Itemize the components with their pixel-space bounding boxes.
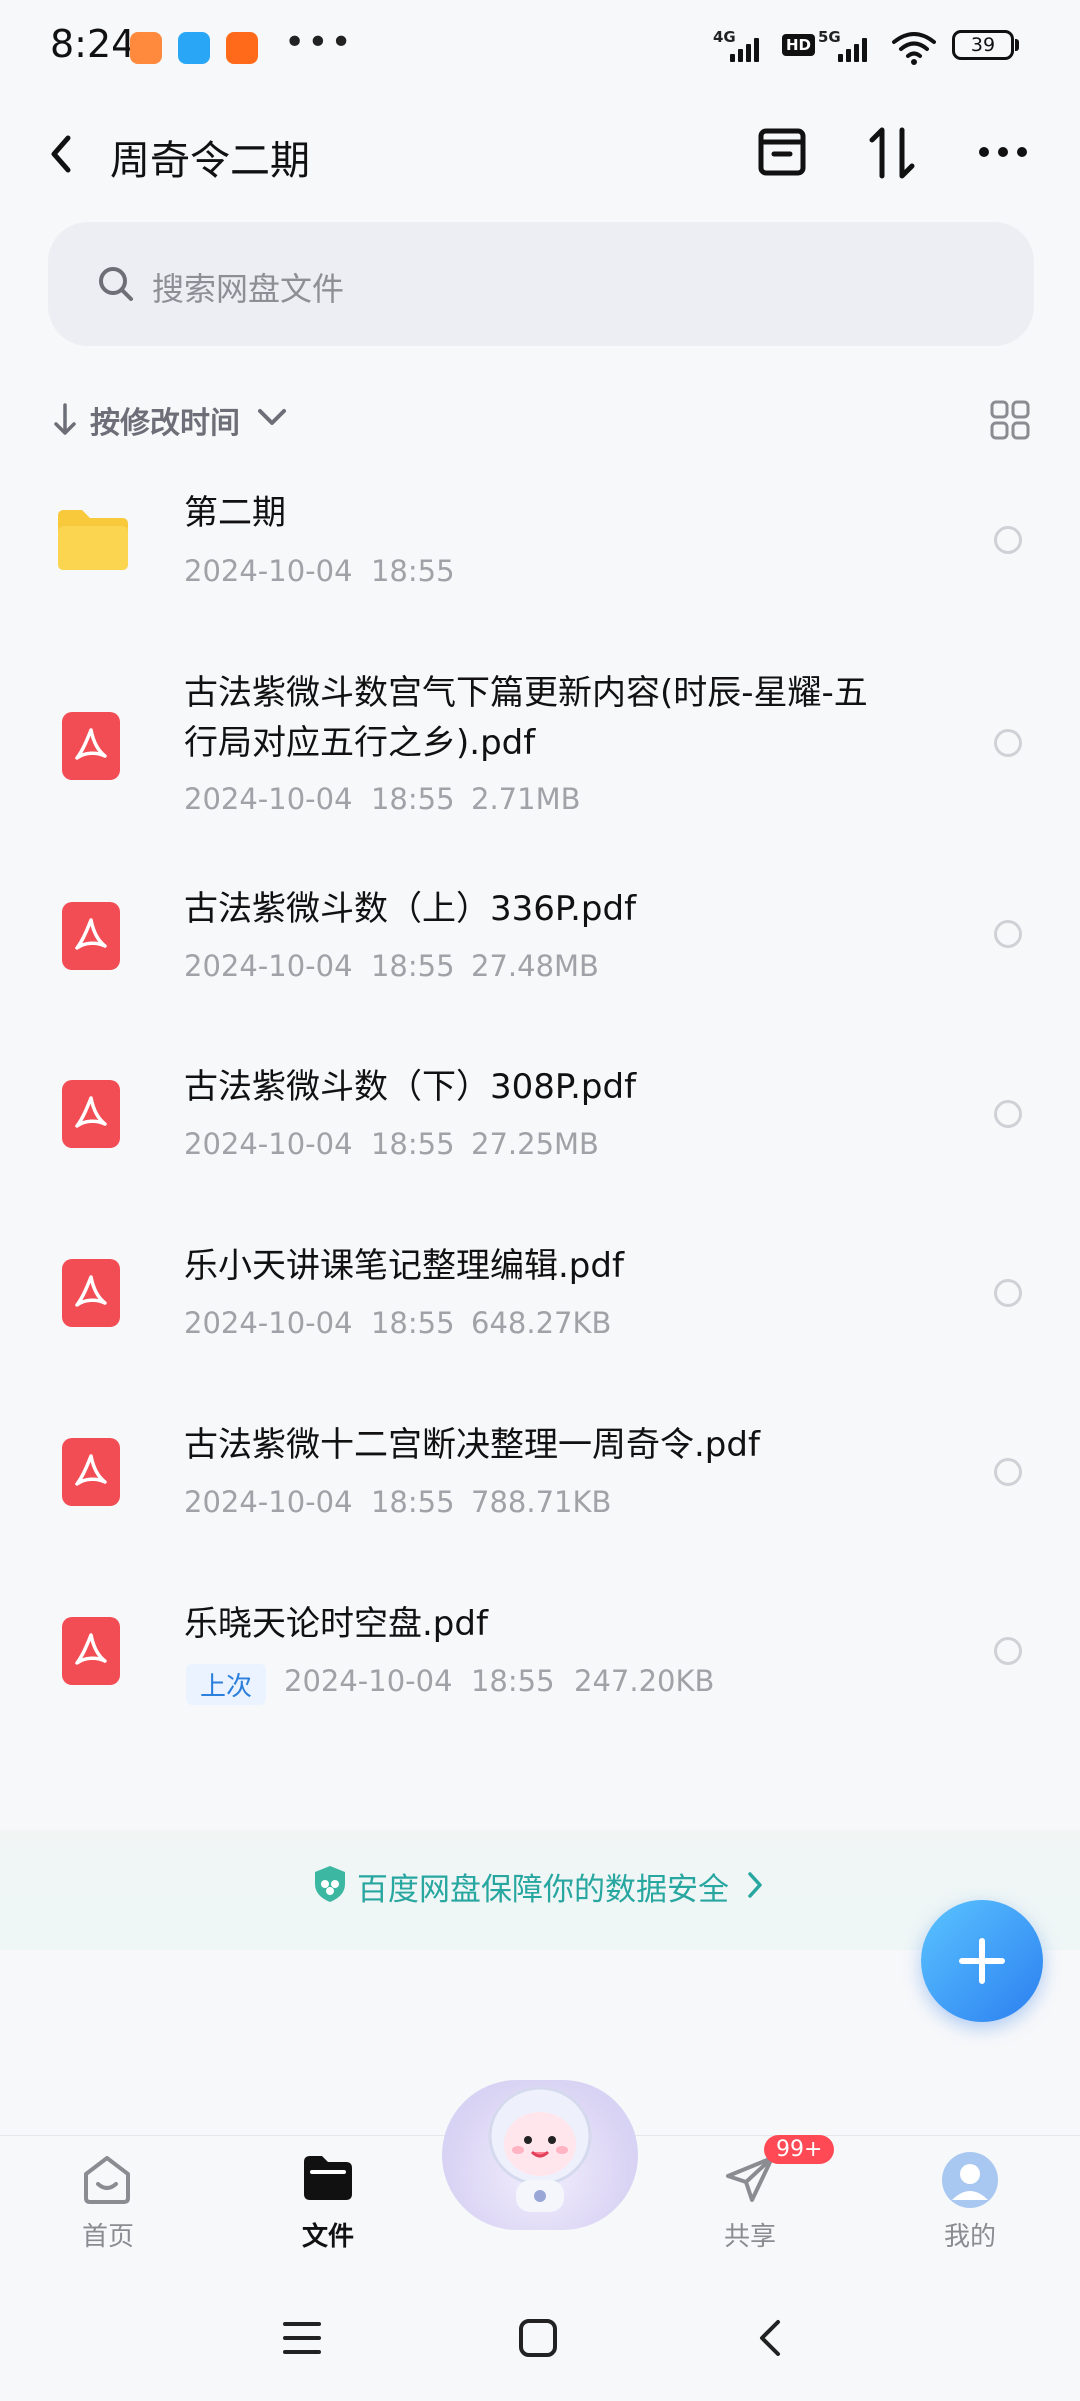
file-size: 788.71KB (471, 1485, 612, 1519)
nav-me-label: 我的 (943, 2222, 996, 2252)
file-size: 27.48MB (471, 949, 599, 983)
shield-icon (315, 1866, 345, 1902)
file-size: 27.25MB (471, 1127, 599, 1161)
file-name: 古法紫微斗数（上）336P.pdf (184, 889, 637, 929)
back-icon[interactable] (46, 132, 76, 176)
folder-filled-icon (304, 2156, 352, 2200)
plus-icon (959, 1938, 1005, 1984)
file-name: 古法紫微十二宫断决整理一周奇令.pdf (184, 1425, 760, 1465)
menu-icon[interactable] (282, 2320, 322, 2356)
security-banner-text[interactable]: 百度网盘保障你的数据安全 (357, 1864, 729, 1909)
arrow-down-icon[interactable] (52, 402, 78, 436)
nav-home-label: 首页 (81, 2222, 134, 2252)
file-date: 2024-10-04 18:55 (184, 1306, 455, 1340)
share-notification-badge: 99+ (764, 2135, 835, 2164)
select-radio[interactable] (994, 1637, 1022, 1665)
pdf-icon (62, 1617, 120, 1685)
chevron-down-icon[interactable] (256, 406, 288, 428)
system-back-icon[interactable] (756, 2318, 784, 2358)
home-icon (84, 2156, 130, 2204)
more-notifications-icon: ••• (284, 22, 354, 63)
file-size: 2.71MB (471, 782, 581, 816)
page-title: 周奇令二期 (110, 138, 310, 184)
file-name: 乐小天讲课笔记整理编辑.pdf (184, 1246, 624, 1286)
file-name-line-1: 古法紫微斗数宫气下篇更新内容(时辰-星耀-五 (184, 673, 868, 713)
file-name: 乐晓天论时空盘.pdf (184, 1604, 488, 1644)
grid-view-icon[interactable] (990, 400, 1030, 440)
signal-bars-icon (730, 38, 759, 62)
sort-toggle-icon[interactable] (866, 124, 918, 182)
pdf-icon (62, 712, 120, 780)
file-name: 古法紫微斗数（下）308P.pdf (184, 1067, 637, 1107)
nav-home[interactable]: 首页 (48, 2140, 168, 2260)
pdf-icon (62, 1438, 120, 1506)
select-radio[interactable] (994, 526, 1022, 554)
select-radio[interactable] (994, 920, 1022, 948)
select-radio[interactable] (994, 729, 1022, 757)
signal-bars-icon (838, 38, 867, 62)
home-square-icon[interactable] (518, 2318, 558, 2358)
file-date: 2024-10-04 18:55 (184, 1127, 455, 1161)
select-radio[interactable] (994, 1279, 1022, 1307)
file-date: 2024-10-04 18:55 (184, 554, 455, 588)
file-name-line-2: 行局对应五行之乡).pdf (184, 723, 536, 763)
file-date: 2024-10-04 18:55 (184, 1485, 455, 1519)
pdf-icon (62, 1259, 120, 1327)
search-icon (99, 267, 133, 301)
chevron-right-icon[interactable] (746, 1870, 764, 1900)
select-radio[interactable] (994, 1100, 1022, 1128)
battery-indicator: 39 (952, 30, 1014, 60)
pdf-icon (62, 1080, 120, 1148)
mascot-assistant-button[interactable] (442, 2080, 638, 2230)
select-radio[interactable] (994, 1458, 1022, 1486)
status-time: 8:24 (50, 22, 136, 66)
file-size: 648.27KB (471, 1306, 612, 1340)
taobao-app-icon (130, 32, 162, 64)
archive-icon[interactable] (756, 126, 808, 178)
nav-files[interactable]: 文件 (268, 2140, 388, 2260)
messenger-app-icon (178, 32, 210, 64)
last-opened-badge: 上次 (186, 1664, 267, 1705)
file-date: 2024-10-04 18:55 (184, 782, 455, 816)
add-button[interactable] (921, 1900, 1043, 2022)
wifi-icon (892, 32, 936, 65)
mi-app-icon (226, 32, 258, 64)
file-name: 第二期 (184, 493, 286, 533)
sort-label[interactable]: 按修改时间 (90, 398, 240, 442)
avatar-icon (942, 2152, 998, 2208)
mascot-icon (488, 2086, 592, 2212)
folder-icon (58, 510, 128, 570)
nav-files-label: 文件 (301, 2222, 354, 2252)
nav-share-label: 共享 (723, 2222, 776, 2252)
file-date: 2024-10-04 18:55 (184, 949, 455, 983)
battery-tip (1015, 39, 1019, 51)
file-date: 2024-10-04 18:55 (284, 1664, 555, 1698)
nav-me[interactable]: 我的 (910, 2140, 1030, 2260)
more-options-icon[interactable] (976, 144, 1030, 160)
pdf-icon (62, 902, 120, 970)
search-placeholder: 搜索网盘文件 (152, 270, 345, 308)
file-size: 247.20KB (574, 1664, 715, 1698)
hd-voice-icon: HD (782, 34, 816, 56)
